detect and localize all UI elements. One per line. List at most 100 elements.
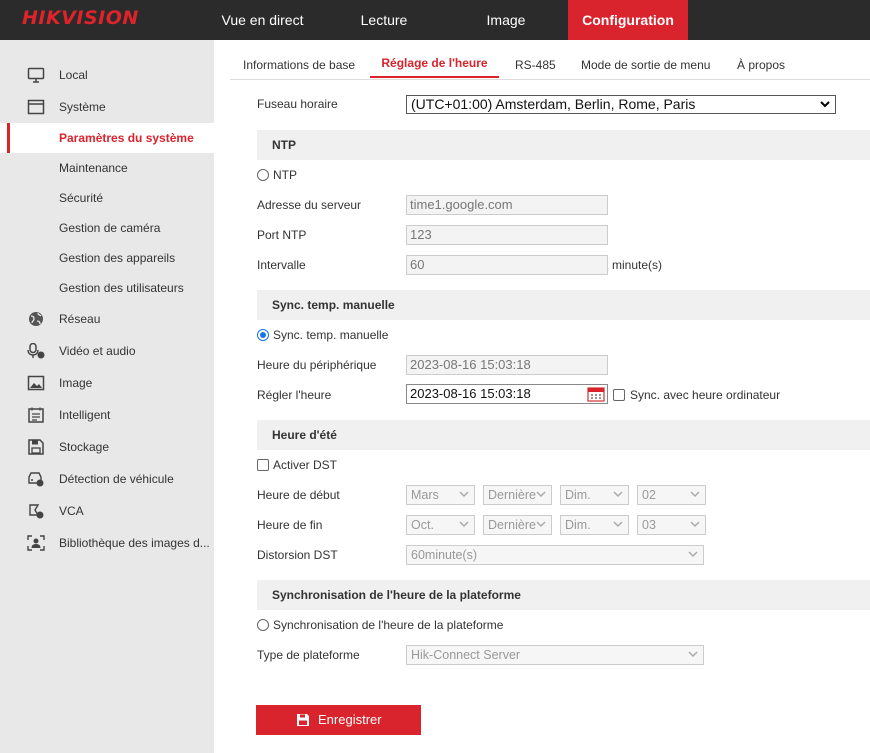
- sidebar-item-label: Gestion de caméra: [59, 221, 161, 235]
- sync-pc-label: Sync. avec heure ordinateur: [630, 388, 781, 402]
- save-button[interactable]: Enregistrer: [256, 705, 421, 735]
- chevron-down-icon: [688, 551, 698, 558]
- sidebar-item-network[interactable]: Réseau: [0, 304, 214, 334]
- platform-type-label: Type de plateforme: [257, 648, 360, 662]
- sidebar-item-system[interactable]: Système: [0, 92, 214, 122]
- nav-image[interactable]: Image: [466, 0, 546, 40]
- calendar-icon[interactable]: [587, 386, 605, 402]
- sidebar-item-label: Vidéo et audio: [59, 344, 136, 358]
- start-hour-select[interactable]: 02: [637, 485, 706, 505]
- platform-sync-radio-label: Synchronisation de l'heure de la platefo…: [273, 618, 504, 632]
- enable-dst-checkbox[interactable]: [257, 459, 269, 471]
- tab-basic-info[interactable]: Informations de base: [243, 50, 355, 80]
- sidebar-item-label: VCA: [59, 504, 84, 518]
- ntp-radio-label: NTP: [273, 168, 297, 182]
- sidebar-item-storage[interactable]: Stockage: [0, 432, 214, 462]
- tab-menu-output[interactable]: Mode de sortie de menu: [581, 50, 710, 80]
- end-hour-select[interactable]: 03: [637, 515, 706, 535]
- monitor-icon: [27, 67, 45, 83]
- end-month-value: Oct.: [411, 518, 434, 532]
- device-time-field: 2023-08-16 15:03:18: [406, 355, 608, 375]
- sidebar-item-label: Système: [59, 100, 106, 114]
- sidebar-item-camera-management[interactable]: Gestion de caméra: [0, 213, 214, 243]
- save-icon: [297, 714, 309, 726]
- start-day-select[interactable]: Dim.: [560, 485, 629, 505]
- globe-icon: [29, 312, 43, 326]
- vca-icon: [29, 504, 44, 519]
- sidebar-item-local[interactable]: Local: [0, 60, 214, 90]
- nav-live-view[interactable]: Vue en direct: [200, 0, 325, 40]
- section-ntp: NTP: [257, 130, 870, 160]
- system-icon: [27, 99, 45, 115]
- sidebar-item-label: Paramètres du système: [59, 131, 194, 145]
- platform-type-select[interactable]: Hik-Connect Server: [406, 645, 704, 665]
- chevron-down-icon: [613, 521, 623, 528]
- section-platform-sync: Synchronisation de l'heure de la platefo…: [257, 580, 870, 610]
- set-time-label: Régler l'heure: [257, 388, 332, 402]
- start-hour-value: 02: [642, 488, 656, 502]
- manual-sync-radio[interactable]: [257, 329, 269, 341]
- start-month-value: Mars: [411, 488, 439, 502]
- sync-pc-checkbox[interactable]: [613, 389, 625, 401]
- nav-configuration[interactable]: Configuration: [568, 0, 688, 40]
- sidebar-item-vehicle-detection[interactable]: Détection de véhicule: [0, 464, 214, 494]
- sidebar-item-face-library[interactable]: Bibliothèque des images d...: [0, 528, 214, 558]
- server-address-field[interactable]: time1.google.com: [406, 195, 608, 215]
- floppy-icon: [28, 439, 44, 455]
- sidebar-item-intelligent[interactable]: Intelligent: [0, 400, 214, 430]
- chevron-down-icon: [688, 651, 698, 658]
- platform-sync-radio[interactable]: [257, 619, 269, 631]
- dst-bias-value: 60minute(s): [411, 548, 477, 562]
- start-time-label: Heure de début: [257, 488, 340, 502]
- start-day-value: Dim.: [565, 488, 591, 502]
- ntp-radio[interactable]: [257, 169, 269, 181]
- sidebar-item-label: Sécurité: [59, 191, 104, 205]
- dst-bias-select[interactable]: 60minute(s): [406, 545, 704, 565]
- sidebar-item-system-settings[interactable]: Paramètres du système: [0, 123, 214, 153]
- mic-camera-icon: [27, 343, 45, 359]
- chevron-down-icon: [536, 491, 546, 498]
- start-month-select[interactable]: Mars: [406, 485, 475, 505]
- sidebar: Local Système Paramètres du système Main…: [0, 40, 214, 753]
- ntp-port-field[interactable]: 123: [406, 225, 608, 245]
- sidebar-item-maintenance[interactable]: Maintenance: [0, 153, 214, 183]
- chevron-down-icon: [820, 101, 830, 108]
- tab-about[interactable]: À propos: [737, 50, 785, 80]
- sidebar-item-vca[interactable]: VCA: [0, 496, 214, 526]
- end-week-value: Dernière: [488, 518, 536, 532]
- chevron-down-icon: [690, 491, 700, 498]
- chevron-down-icon: [536, 521, 546, 528]
- end-day-value: Dim.: [565, 518, 591, 532]
- sidebar-item-device-management[interactable]: Gestion des appareils: [0, 243, 214, 273]
- end-hour-value: 03: [642, 518, 656, 532]
- ntp-port-label: Port NTP: [257, 228, 307, 242]
- manual-sync-radio-label: Sync. temp. manuelle: [273, 328, 389, 342]
- hikvision-logo: HIKVISION: [22, 7, 139, 29]
- sidebar-item-label: Intelligent: [59, 408, 111, 422]
- save-button-label: Enregistrer: [318, 712, 382, 727]
- interval-field[interactable]: 60: [406, 255, 608, 275]
- section-manual-sync: Sync. temp. manuelle: [257, 290, 870, 320]
- tab-rs485[interactable]: RS-485: [515, 50, 556, 80]
- end-day-select[interactable]: Dim.: [560, 515, 629, 535]
- end-week-select[interactable]: Dernière: [483, 515, 552, 535]
- sidebar-item-label: Image: [59, 376, 93, 390]
- dst-bias-label: Distorsion DST: [257, 548, 338, 562]
- tab-time-settings[interactable]: Réglage de l'heure: [370, 48, 499, 78]
- start-week-select[interactable]: Dernière: [483, 485, 552, 505]
- sidebar-item-security[interactable]: Sécurité: [0, 183, 214, 213]
- set-time-field[interactable]: 2023-08-16 15:03:18: [406, 384, 608, 404]
- sidebar-item-video-audio[interactable]: Vidéo et audio: [0, 336, 214, 366]
- chevron-down-icon: [613, 491, 623, 498]
- nav-playback[interactable]: Lecture: [345, 0, 423, 40]
- chevron-down-icon: [459, 491, 469, 498]
- interval-unit: minute(s): [612, 258, 663, 272]
- sidebar-item-user-management[interactable]: Gestion des utilisateurs: [0, 273, 214, 303]
- interval-label: Intervalle: [257, 258, 306, 272]
- timezone-select[interactable]: (UTC+01:00) Amsterdam, Berlin, Rome, Par…: [406, 95, 836, 114]
- end-month-select[interactable]: Oct.: [406, 515, 475, 535]
- sidebar-item-label: Détection de véhicule: [59, 472, 174, 486]
- chevron-down-icon: [459, 521, 469, 528]
- face-library-icon: [27, 535, 45, 551]
- sidebar-item-image[interactable]: Image: [0, 368, 214, 398]
